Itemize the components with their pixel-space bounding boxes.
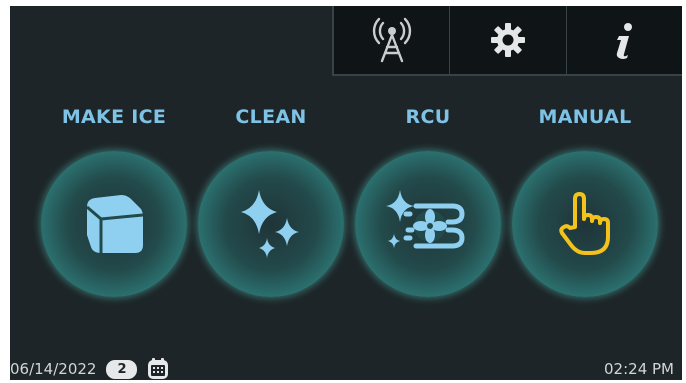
make-ice-button[interactable] bbox=[41, 151, 187, 297]
antenna-signal-icon bbox=[372, 17, 411, 63]
clean-button[interactable] bbox=[198, 151, 344, 297]
mode-make-ice[interactable]: MAKE ICE bbox=[40, 102, 188, 297]
info-button[interactable] bbox=[567, 6, 682, 74]
status-bar-left: 06/14/2022 2 bbox=[10, 358, 169, 380]
info-icon bbox=[617, 23, 633, 59]
mode-clean-label: CLEAN bbox=[235, 106, 307, 128]
mode-rcu-label: RCU bbox=[405, 106, 451, 128]
notification-badge[interactable]: 2 bbox=[106, 359, 138, 379]
settings-button[interactable] bbox=[450, 6, 567, 74]
remote-condenser-fan-icon bbox=[386, 190, 465, 249]
time-display: 02:24 PM bbox=[604, 360, 674, 378]
hand-pointer-icon bbox=[559, 192, 610, 255]
calendar-button[interactable] bbox=[147, 358, 169, 380]
calendar-icon bbox=[148, 358, 169, 379]
ice-cube-icon bbox=[86, 195, 144, 253]
mode-manual[interactable]: MANUAL bbox=[511, 102, 659, 297]
mode-rcu[interactable]: RCU bbox=[354, 102, 502, 297]
sparkle-icon bbox=[241, 190, 299, 258]
gear-icon bbox=[490, 23, 525, 57]
manual-button[interactable] bbox=[512, 151, 658, 297]
rcu-button[interactable] bbox=[355, 151, 501, 297]
mode-clean[interactable]: CLEAN bbox=[197, 102, 345, 297]
mode-make-ice-label: MAKE ICE bbox=[61, 106, 167, 128]
controller-screen: MAKE ICE CLEAN RCU MANUAL 06/14/2022 2 0… bbox=[10, 6, 682, 380]
mode-manual-label: MANUAL bbox=[538, 106, 632, 128]
top-toolbar bbox=[332, 6, 682, 76]
date-display: 06/14/2022 bbox=[10, 360, 97, 378]
network-button[interactable] bbox=[334, 6, 451, 74]
